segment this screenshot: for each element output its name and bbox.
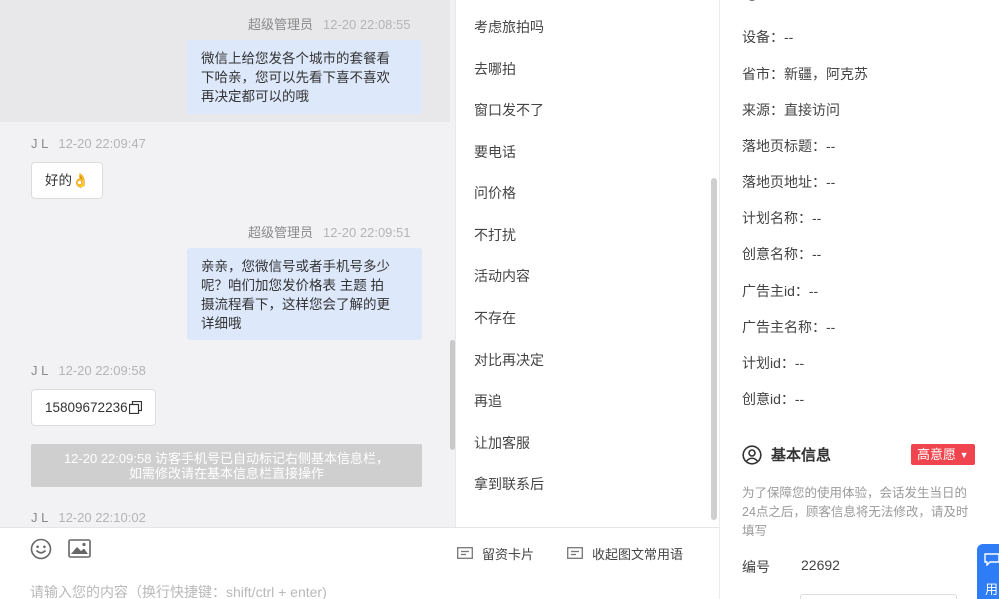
user-icon xyxy=(742,444,762,465)
quick-phrases-panel: 考虑旅拍吗 去哪拍 窗口发不了 要电话 问价格 不打扰 活动内容 不存在 对比再… xyxy=(456,0,719,528)
message-line: 详细哦 xyxy=(201,316,242,331)
message-input[interactable]: 请输入您的内容（换行快捷键：shift/ctrl + enter) xyxy=(30,582,327,599)
collapse-phrases-button[interactable]: 收起图文常用语 xyxy=(567,544,683,563)
message-time: 12-20 22:09:58 xyxy=(58,363,146,378)
copy-icon[interactable] xyxy=(128,401,142,414)
info-device: 设备：-- xyxy=(742,29,794,45)
sender-name: 超级管理员 xyxy=(248,225,314,240)
smile-icon[interactable] xyxy=(30,538,52,560)
card-icon xyxy=(457,546,473,559)
quick-phrase-item[interactable]: 再追 xyxy=(474,391,502,411)
sender-name: 超级管理员 xyxy=(248,17,314,32)
message-meta: J L 12-20 22:10:02 xyxy=(31,510,146,525)
lead-card-button[interactable]: 留资卡片 xyxy=(457,544,534,563)
notice-line: 12-20 22:09:58 访客手机号已自动标记右侧基本信息栏， xyxy=(63,451,390,466)
message-line: 微信上给您发各个城市的套餐看 xyxy=(201,51,390,66)
info-region: 省市：新疆，阿克苏 xyxy=(742,66,868,82)
message-meta: 超级管理员 12-20 22:08:55 xyxy=(248,14,410,33)
quick-phrase-item[interactable]: 让加客服 xyxy=(474,433,530,453)
message-icon xyxy=(567,546,583,559)
info-source: 来源：直接访问 xyxy=(742,102,840,118)
chat-bubble-icon xyxy=(984,553,999,566)
message-meta: J L 12-20 22:09:58 xyxy=(31,363,146,378)
quick-phrase-item[interactable]: 窗口发不了 xyxy=(474,100,544,120)
info-landing-url: 落地页地址：-- xyxy=(742,174,836,190)
caret-down-icon: ▼ xyxy=(959,450,969,460)
quick-phrase-item[interactable]: 不打扰 xyxy=(474,225,516,245)
quick-phrase-item[interactable]: 要电话 xyxy=(474,142,516,162)
info-field-input[interactable] xyxy=(800,594,957,599)
info-plan-name: 计划名称：-- xyxy=(742,210,822,226)
message-composer: 留资卡片 收起图文常用语 请输入您的内容（换行快捷键：shift/ctrl + … xyxy=(0,527,719,599)
phrases-scrollbar[interactable] xyxy=(711,178,717,520)
intent-badge[interactable]: 高意愿 ▼ xyxy=(911,444,975,465)
message-line: 摄流程看下，这样您会了解的更 xyxy=(201,297,390,312)
quick-phrase-item[interactable]: 考虑旅拍吗 xyxy=(474,17,544,37)
chat-workspace: 超级管理员 12-20 22:08:55 微信上给您发各个城市的套餐看 下哈亲，您… xyxy=(0,0,999,599)
section-title: 基本信息 xyxy=(771,447,832,464)
sender-name: J L xyxy=(31,363,49,378)
message-time: 12-20 22:08:55 xyxy=(323,17,411,32)
message-meta: J L 12-20 22:09:47 xyxy=(31,136,146,151)
info-landing-title: 落地页标题：-- xyxy=(742,138,836,154)
id-value: 22692 xyxy=(801,557,840,573)
quick-phrase-item[interactable]: 问价格 xyxy=(474,183,516,203)
incoming-message[interactable]: 15809672236 xyxy=(31,389,156,426)
lead-card-label: 留资卡片 xyxy=(482,547,535,562)
edit-policy-note: 为了保障您的使用体验，会话发生当日的24点之后，顾客信息将无法修改，请及时填写 xyxy=(742,486,969,538)
visitor-info-panel: 设备：-- 省市：新疆，阿克苏 来源：直接访问 落地页标题：-- 落地页地址：-… xyxy=(720,0,999,599)
quick-phrase-item[interactable]: 拿到联系后 xyxy=(474,474,544,494)
info-creative-name: 创意名称：-- xyxy=(742,246,822,262)
notice-line: 如需修改请在基本信息栏直接操作 xyxy=(128,466,324,481)
intent-badge-label: 高意愿 xyxy=(917,447,957,462)
info-advertiser-name: 广告主名称：-- xyxy=(742,319,836,335)
message-time: 12-20 22:09:51 xyxy=(323,225,411,240)
message-line: 亲亲，您微信号或者手机号多少 xyxy=(201,259,390,274)
info-advertiser-id: 广告主id：-- xyxy=(742,283,819,299)
floating-service-button[interactable]: 用 xyxy=(977,544,999,599)
chat-panel: 超级管理员 12-20 22:08:55 微信上给您发各个城市的套餐看 下哈亲，您… xyxy=(0,0,455,528)
quick-phrase-item[interactable]: 不存在 xyxy=(474,308,516,328)
info-creative-id: 创意id：-- xyxy=(742,391,805,407)
info-section-icon xyxy=(749,0,755,1)
message-meta: 超级管理员 12-20 22:09:51 xyxy=(248,222,410,241)
message-line: 呢？咱们加您发价格表 主题 拍 xyxy=(201,278,385,293)
outgoing-message[interactable]: 微信上给您发各个城市的套餐看 下哈亲，您可以先看下喜不喜欢 再决定都可以的哦 xyxy=(187,40,422,114)
incoming-message[interactable]: 好的👌 xyxy=(31,162,103,199)
floating-button-label: 用 xyxy=(985,582,999,597)
basic-info-header: 基本信息 xyxy=(742,444,831,465)
id-label: 编号 xyxy=(742,559,770,575)
message-text: 15809672236 xyxy=(45,400,128,415)
outgoing-message[interactable]: 亲亲，您微信号或者手机号多少 呢？咱们加您发价格表 主题 拍 摄流程看下，这样您… xyxy=(187,248,422,340)
message-line: 再决定都可以的哦 xyxy=(201,89,309,104)
sender-name: J L xyxy=(31,510,49,525)
quick-phrase-item[interactable]: 去哪拍 xyxy=(474,59,516,79)
quick-phrase-item[interactable]: 对比再决定 xyxy=(474,350,544,370)
quick-phrase-item[interactable]: 活动内容 xyxy=(474,266,530,286)
message-time: 12-20 22:09:47 xyxy=(58,136,146,151)
sender-name: J L xyxy=(31,136,49,151)
message-time: 12-20 22:10:02 xyxy=(58,510,146,525)
info-plan-id: 计划id：-- xyxy=(742,355,805,371)
message-text: 好的👌 xyxy=(45,173,89,188)
message-line: 下哈亲，您可以先看下喜不喜欢 xyxy=(201,70,390,85)
image-icon[interactable] xyxy=(68,539,91,558)
collapse-phrases-label: 收起图文常用语 xyxy=(592,547,684,562)
system-notice: 12-20 22:09:58 访客手机号已自动标记右侧基本信息栏， 如需修改请在… xyxy=(31,444,422,487)
